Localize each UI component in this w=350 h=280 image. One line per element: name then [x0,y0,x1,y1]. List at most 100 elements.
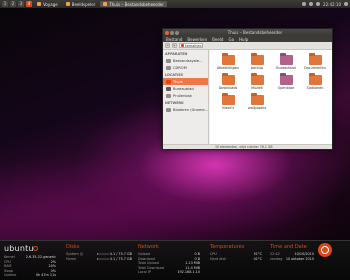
disk-usage-bar [96,257,109,260]
info-key: Hard disk [210,256,227,261]
sidebar-item-network[interactable]: Bladeren (Gnome... [163,106,208,113]
folder-item[interactable]: wallpapers [245,93,269,115]
sidebar-item-label: CDROM [173,65,187,70]
mail-icon[interactable] [316,2,321,6]
menu-item-ga[interactable]: Ga [228,37,234,42]
sidebar-item-filesystem[interactable]: Bestandssyste... [163,57,208,64]
power-icon[interactable] [344,2,348,6]
info-key: Home [66,256,77,261]
section-heading: Temperatures [210,244,245,250]
minimize-icon[interactable] [170,30,174,35]
folder-icon [308,73,322,85]
taskbar-item-label: Thuis – Bestandsbeheerder [109,1,164,7]
folder-icon [250,53,264,65]
info-value: 4.1 / 75.7 GB [96,257,132,262]
section-heading: Network [138,244,159,250]
folder-item[interactable]: Video's [216,93,240,115]
drive-icon [166,58,171,63]
clock[interactable]: 22:42:10 [323,2,341,7]
forward-button[interactable]: ▸ [172,43,177,48]
sidebar-item-label: Bureaublad [173,86,194,91]
file-grid: Afbeeldingen backup Bureaublad Documente… [210,50,332,115]
taskbar-item-current[interactable]: Thuis – Bestandsbeheerder [100,1,167,7]
path-label: kemalheo [185,43,202,48]
folder-item[interactable]: Muziek [245,73,269,95]
info-key: Uptime [4,273,17,278]
location-bar[interactable]: kemalheo [179,43,203,48]
info-value: 41°C [253,256,262,261]
disks-info: Disks System (/) 4.1 / 75.7 GB Home 4.1 … [66,244,132,261]
app-icon [65,2,70,6]
file-view: Afbeeldingen backup Bureaublad Documente… [210,50,332,144]
network-info: Network Upload 0 B Download 0 B Total Uplo… [138,244,200,275]
menu-item-bewerken[interactable]: Bewerken [187,37,207,42]
info-value: 192.168.1.10 [177,270,200,275]
network-icon[interactable] [302,2,307,6]
section-heading: Time and Date [270,244,307,250]
sidebar-item-label: Bestandssyste... [173,58,203,63]
info-row: Hard disk 41°C [210,257,262,262]
workspace-3[interactable]: 3 [18,1,24,7]
cdrom-icon [166,65,171,70]
folder-name: Downloads [218,86,238,90]
ubuntu-brand: ubuntu [4,244,34,253]
section-heading: Disks [66,244,80,250]
menu-item-hulp[interactable]: Hulp [239,37,248,42]
desktop-icon [166,86,171,91]
taskbar-item[interactable]: Voyage [34,1,61,7]
sidebar-item-trash[interactable]: Prullenbak [163,92,208,99]
ubuntu-mark-icon [33,246,38,251]
folder-icon [250,73,264,85]
sidebar-item-cdrom[interactable]: CDROM [163,64,208,71]
workspace-4[interactable]: 4 [26,1,32,7]
sidebar-item-home[interactable]: Thuis [163,78,208,85]
info-row: Kernel 2.6.35-22-generic [4,255,56,260]
network-icon [166,107,171,112]
desktop-folder-icon [279,53,293,65]
folder-item[interactable]: Sjablonen [303,73,327,95]
taskbar-item-label: Beeldspeler [71,1,96,7]
folder-icon [103,2,108,6]
workspace-1[interactable]: 1 [2,1,8,7]
workspace-2[interactable]: 2 [10,1,16,7]
menu-item-bestand[interactable]: Bestand [166,37,182,42]
sidebar-item-label: Thuis [173,79,183,84]
back-button[interactable]: ◂ [165,43,170,48]
app-icon [37,2,41,6]
close-icon[interactable] [165,30,169,35]
folder-item[interactable]: Afbeeldingen [216,53,240,75]
public-folder-icon [279,73,293,85]
system-info: Kernel 2.6.35-22-generic CPU 2% RAM 24% Swa… [4,255,56,278]
system-tray: 22:42:10 [302,2,348,7]
sidebar-item-desktop[interactable]: Bureaublad [163,85,208,92]
folder-item[interactable]: Documenten [303,53,327,75]
folder-item[interactable]: backup [245,53,269,75]
folder-name: Sjablonen [306,86,324,90]
home-icon [181,44,184,47]
time-date-info: Time and Date 22:42 10/10/2010 zondag 10 o… [270,244,314,261]
folder-icon [221,73,235,85]
sidebar-item-label: Bladeren (Gnome... [173,107,208,112]
maximize-icon[interactable] [175,30,179,35]
taskbar-item[interactable]: Beeldspeler [63,1,99,7]
temperatures-info: Temperatures CPU 51°C Hard disk 41°C [210,244,262,261]
sidebar: APPARATEN Bestandssyste... CDROM LOCATIE… [163,50,209,144]
info-value: 10 oktober 2010 [285,256,314,261]
info-key: Local IP [138,270,151,275]
folder-item[interactable]: Downloads [216,73,240,95]
folder-item[interactable]: Bureaublad [274,53,298,75]
volume-icon[interactable] [309,2,314,6]
folder-name: wallpapers [247,106,267,110]
folder-item[interactable]: Openbaar [274,73,298,95]
info-row: Local IP 192.168.1.10 [138,270,200,275]
menu-item-beeld[interactable]: Beeld [212,37,223,42]
folder-name: backup [250,66,264,70]
folder-name: Openbaar [277,86,295,90]
folder-name: Bureaublad [276,66,296,70]
top-panel: 1 2 3 4 Voyage Beeldspeler Thuis – Besta… [0,0,350,8]
window-titlebar[interactable]: Thuis – Bestandsbeheerder [163,29,332,36]
taskbar-item-label: Voyage [43,1,58,7]
folder-icon [221,93,235,105]
disk-usage-bar [96,253,109,255]
toolbar: ◂ ▸ kemalheo [163,42,332,50]
